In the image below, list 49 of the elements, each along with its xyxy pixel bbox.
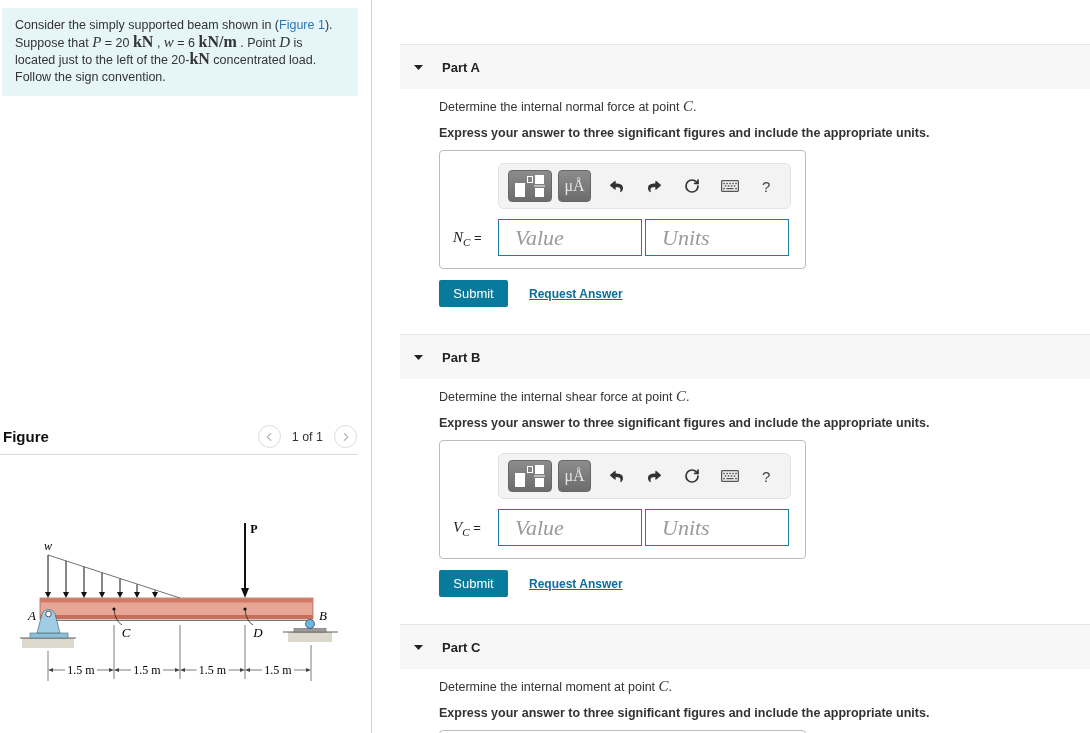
point-label: C xyxy=(121,625,131,640)
value-field[interactable]: Value xyxy=(498,219,642,256)
template-icon xyxy=(515,175,545,197)
dimension-label: 1.5 m xyxy=(133,663,161,677)
templates-button[interactable] xyxy=(508,170,552,202)
reset-icon[interactable] xyxy=(684,178,700,194)
help-button[interactable]: ? xyxy=(756,467,777,485)
symbols-button[interactable]: μÅ xyxy=(558,460,591,492)
question-text: Determine the internal shear force at point C. xyxy=(439,389,691,405)
instruction-text: Express your answer to three significant figures and include the appropriate units. xyxy=(439,415,931,431)
question-text: Determine the internal normal force at point C. xyxy=(439,99,698,115)
value-field[interactable]: Value xyxy=(498,509,642,546)
load-label: w xyxy=(44,539,52,553)
part-header[interactable]: Part B xyxy=(400,334,1090,379)
templates-button[interactable] xyxy=(508,460,552,492)
submit-button[interactable]: Submit xyxy=(439,570,508,597)
redo-icon[interactable] xyxy=(647,179,661,193)
point-label: D xyxy=(253,625,263,640)
part-header[interactable]: Part C xyxy=(400,624,1090,669)
reset-icon[interactable] xyxy=(684,468,700,484)
redo-icon[interactable] xyxy=(647,469,661,483)
undo-icon[interactable] xyxy=(609,469,623,483)
dimension-label: 1.5 m xyxy=(198,663,227,677)
template-icon xyxy=(515,465,545,487)
keyboard-icon[interactable] xyxy=(721,177,739,195)
dimension-label: 1.5 m xyxy=(264,663,292,677)
submit-button[interactable]: Submit xyxy=(439,280,508,307)
load-label: P xyxy=(250,522,258,536)
answer-label: V$_{C}$ = xyxy=(453,519,481,535)
request-answer-link[interactable]: Request Answer xyxy=(529,286,623,301)
support-label: A xyxy=(28,608,36,623)
undo-icon[interactable] xyxy=(609,179,623,193)
instruction-text: Express your answer to three significant figures and include the appropriate units. xyxy=(439,125,931,141)
problem-statement: Consider the simply supported beam shown in (Figure 1). Suppose that P = 20 kN , w = 6 kN/m . Point D is located just to the left of the 20-kN concentrated load. Follow the sign convention. xyxy=(2,8,358,96)
help-button[interactable]: ? xyxy=(756,177,777,195)
units-field[interactable]: Units xyxy=(645,219,789,256)
request-answer-link[interactable]: Request Answer xyxy=(529,576,623,591)
dimension-label: 1.5 m xyxy=(67,663,95,677)
answer-label: N$_{C}$ = xyxy=(453,229,482,245)
question-text: Determine the internal moment at point C. xyxy=(439,679,674,695)
instruction-text: Express your answer to three significant figures and include the appropriate units. xyxy=(439,705,931,721)
figure-link[interactable]: Figure 1 xyxy=(279,18,325,32)
keyboard-icon[interactable] xyxy=(721,467,739,485)
units-field[interactable]: Units xyxy=(645,509,789,546)
symbols-button[interactable]: μÅ xyxy=(558,170,591,202)
support-label: B xyxy=(319,608,327,623)
figure-title: Figure xyxy=(3,428,49,445)
part-header[interactable]: Part A xyxy=(400,44,1090,89)
figure-counter: 1 of 1 xyxy=(291,429,323,444)
